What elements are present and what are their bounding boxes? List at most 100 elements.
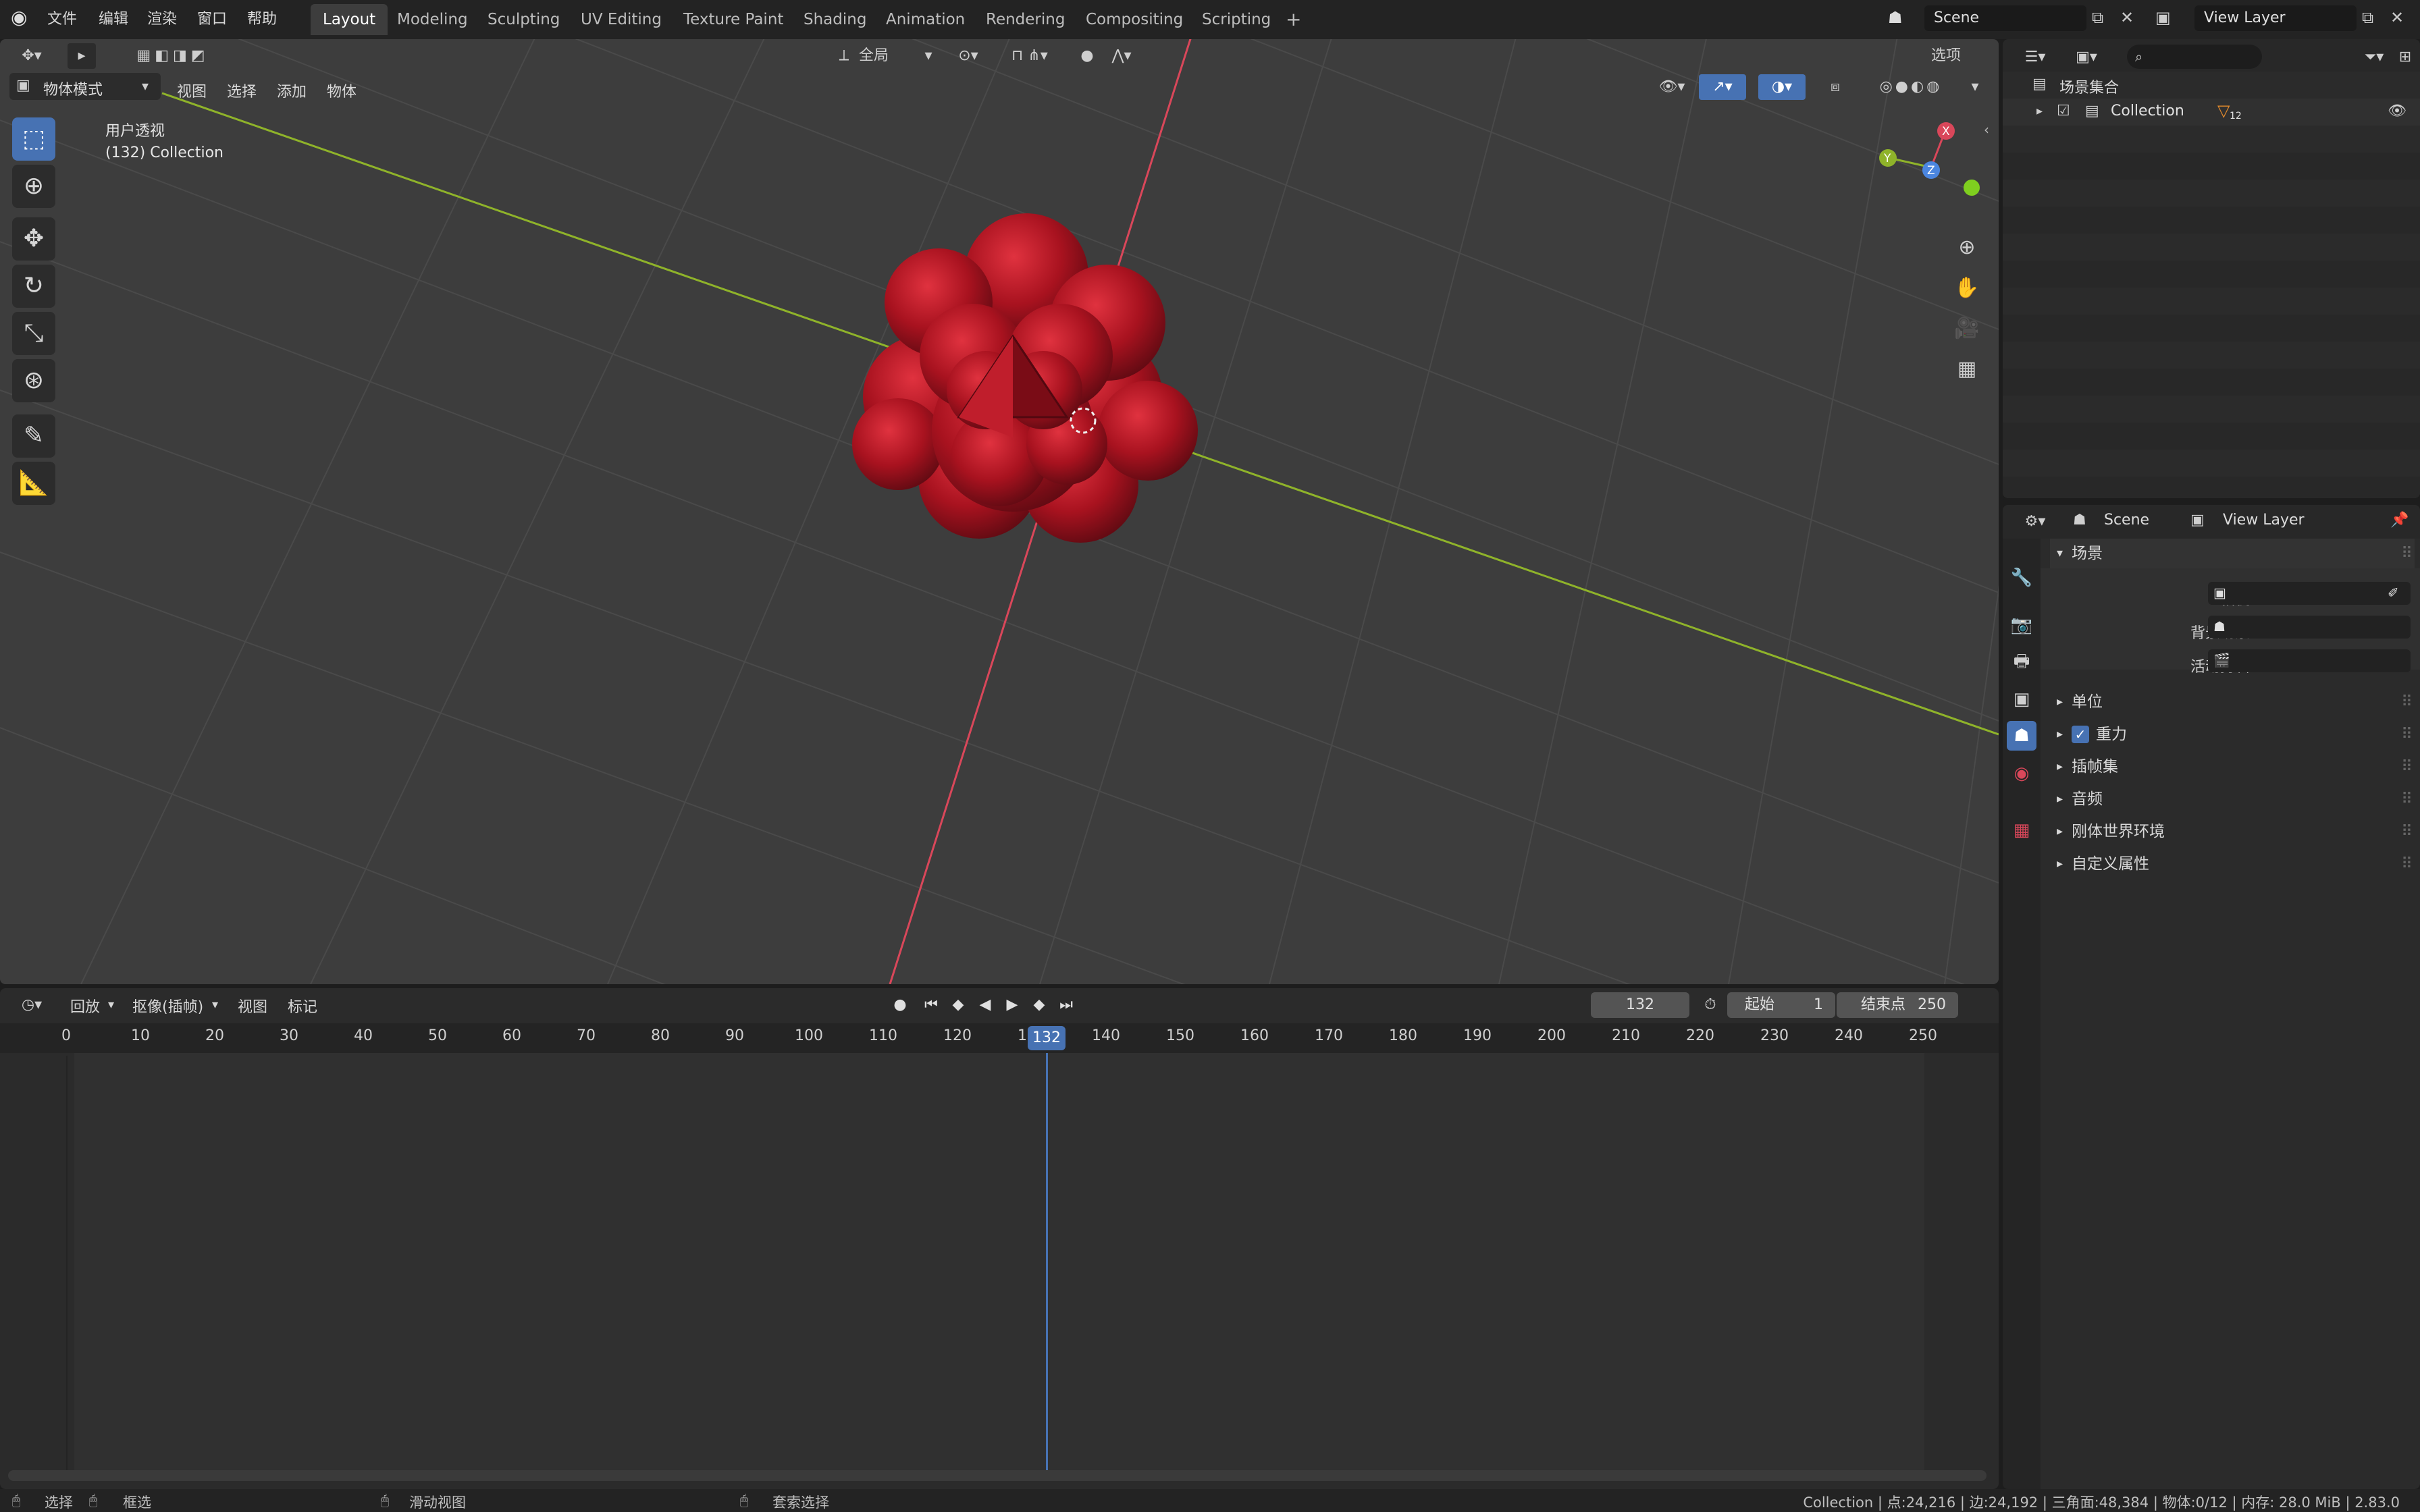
shading-options-icon[interactable]: ▾ [1965,74,1985,100]
tab-animation[interactable]: Animation [874,4,977,35]
delete-view-layer-icon[interactable]: ✕ [2390,9,2404,26]
rotate-tool-icon[interactable]: ↻ [12,265,55,308]
add-workspace-button[interactable]: + [1273,4,1313,35]
viewport-menu-select[interactable]: 选择 [227,80,257,101]
camera-view-icon[interactable]: 🎥 [1950,312,1984,346]
proportional-editing-icon[interactable]: ● [1074,43,1101,69]
viewport-menu-object[interactable]: 物体 [327,80,357,101]
pin-icon[interactable]: 📌 [2390,513,2409,528]
panel-scene-header[interactable]: ▾ 场景 ⠿ [2050,539,2415,568]
playhead-line[interactable] [1046,1053,1048,1477]
tab-texture-paint[interactable]: Texture Paint [671,4,795,35]
scale-tool-icon[interactable]: ⤡ [12,312,55,355]
drag-handle-icon[interactable]: ⠿ [2401,720,2413,749]
zoom-icon[interactable]: ⊕ [1950,231,1984,265]
outliner-row-root[interactable]: ▤ 场景集合 [2003,72,2420,99]
mode-dropdown[interactable]: ▣ 物体模式 ▾ [9,73,161,100]
properties-editor-type-icon[interactable]: ⚙▾ [2015,509,2055,535]
select-tool-icon[interactable]: ▸ [68,43,96,69]
cursor-tool-icon[interactable]: ⊕ [12,165,55,208]
viewport-menu-add[interactable]: 添加 [277,80,307,101]
panel-keying-sets[interactable]: ▸ 插帧集 ⠿ [2050,752,2415,782]
drag-handle-icon[interactable]: ⠿ [2401,687,2413,717]
outliner-search-input[interactable]: ⌕ [2127,45,2262,69]
new-scene-icon[interactable]: ⧉ [2092,9,2103,26]
outliner-editor-type-icon[interactable]: ☰▾ [2015,45,2055,70]
new-view-layer-icon[interactable]: ⧉ [2362,9,2373,26]
rose-model[interactable] [852,213,1198,543]
display-mode-icon[interactable]: ▣▾ [2066,45,2107,70]
viewport-menu-view[interactable]: 视图 [177,80,207,101]
xray-icon[interactable]: ⧈ [1823,74,1847,100]
gravity-checkbox[interactable]: ✓ [2072,726,2089,743]
output-tab-icon[interactable]: 🖶 [2007,647,2036,676]
checkbox-checked-icon[interactable]: ☑ [2057,104,2070,119]
drag-handle-icon[interactable]: ⠿ [2401,849,2413,879]
filter-icon[interactable]: ⏷▾ [2354,45,2394,70]
menu-window[interactable]: 窗口 [197,7,227,28]
view-layer-icon[interactable]: ▣ [2155,9,2171,26]
tab-uv-editing[interactable]: UV Editing [569,4,674,35]
delete-scene-icon[interactable]: ✕ [2120,9,2134,26]
editor-type-icon[interactable]: ✥▾ [11,43,53,69]
tab-rendering[interactable]: Rendering [974,4,1077,35]
playhead-frame-badge[interactable]: 132 [1028,1026,1066,1050]
annotate-tool-icon[interactable]: ✎ [12,414,55,458]
background-scene-field[interactable]: ☗ [2208,616,2411,639]
panel-rigid-body-world[interactable]: ▸ 刚体世界环境 ⠿ [2050,817,2415,846]
select-box-tool-icon[interactable]: ⬚ [12,117,55,161]
transform-tool-icon[interactable]: ⊛ [12,359,55,402]
eye-icon[interactable]: 👁 [2388,104,2406,119]
tab-modeling[interactable]: Modeling [385,4,480,35]
panel-custom-properties[interactable]: ▸ 自定义属性 ⠿ [2050,849,2415,879]
pan-hand-icon[interactable]: ✋ [1950,271,1984,305]
menu-render[interactable]: 渲染 [147,7,177,28]
view-layer-name-field[interactable]: View Layer [2194,5,2357,31]
falloff-icon[interactable]: ⋀▾ [1105,43,1138,69]
camera-field[interactable]: ▣ ✐ [2208,582,2411,605]
tab-shading[interactable]: Shading [791,4,878,35]
tab-layout[interactable]: Layout [311,4,388,35]
texture-tab-icon[interactable]: ▦ [2007,815,2036,845]
shading-mode-icons[interactable]: ◎●◐◍ [1857,74,1965,100]
expand-arrow-icon[interactable]: ▸ [2036,105,2043,117]
panel-gravity[interactable]: ▸ ✓ 重力 ⠿ [2050,720,2415,749]
overlay-toggle-icon[interactable]: ◑▾ [1758,74,1806,100]
pivot-point-icon[interactable]: ⊙▾ [948,43,989,69]
outliner-row-collection[interactable]: ▸ ☑ ▤ Collection ▽ 12 👁 [2003,99,2420,126]
tab-sculpting[interactable]: Sculpting [475,4,572,35]
menu-file[interactable]: 文件 [47,7,77,28]
world-tab-icon[interactable]: ◉ [2007,759,2036,788]
eyedropper-icon[interactable]: ✐ [2388,586,2399,599]
select-mode-icons[interactable]: ▦◧◨◩ [119,43,227,69]
measure-tool-icon[interactable]: 📐 [12,462,55,505]
drag-handle-icon[interactable]: ⠿ [2401,784,2413,814]
blender-logo-icon[interactable]: ◉ [11,8,27,27]
scene-tab-icon[interactable]: ☗ [2007,721,2036,751]
navigation-gizmo[interactable]: X Y Z [1870,113,1985,201]
timeline-scrollbar[interactable] [8,1470,1987,1481]
move-tool-icon[interactable]: ✥ [12,217,55,261]
snap-icon[interactable]: ⊓ ⋔▾ [993,43,1067,69]
panel-units[interactable]: ▸ 单位 ⠿ [2050,687,2415,717]
sidebar-toggle-icon[interactable]: ‹ [1984,123,1989,136]
scene-selector-icon[interactable]: ☗ [1888,9,1903,26]
panel-audio[interactable]: ▸ 音频 ⠿ [2050,784,2415,814]
drag-handle-icon[interactable]: ⠿ [2401,539,2413,568]
view-layer-tab-icon[interactable]: ▣ [2007,684,2036,714]
active-clip-field[interactable]: 🎬 [2208,649,2411,672]
drag-handle-icon[interactable]: ⠿ [2401,817,2413,846]
scene-name-field[interactable]: Scene [1924,5,2086,31]
orientation-icon[interactable]: ⟂ [833,43,855,69]
tab-compositing[interactable]: Compositing [1074,4,1195,35]
gizmo-toggle-icon[interactable]: ↗▾ [1699,74,1746,100]
menu-help[interactable]: 帮助 [247,7,277,28]
tool-tab-icon[interactable]: 🔧 [2007,563,2036,593]
menu-edit[interactable]: 编辑 [99,7,128,28]
render-tab-icon[interactable]: 📷 [2007,610,2036,640]
options-dropdown[interactable]: 选项 [1931,43,1992,69]
perspective-toggle-icon[interactable]: ▦ [1950,352,1984,386]
tab-scripting[interactable]: Scripting [1190,4,1283,35]
drag-handle-icon[interactable]: ⠿ [2401,752,2413,782]
visibility-icon[interactable]: 👁▾ [1652,74,1692,100]
